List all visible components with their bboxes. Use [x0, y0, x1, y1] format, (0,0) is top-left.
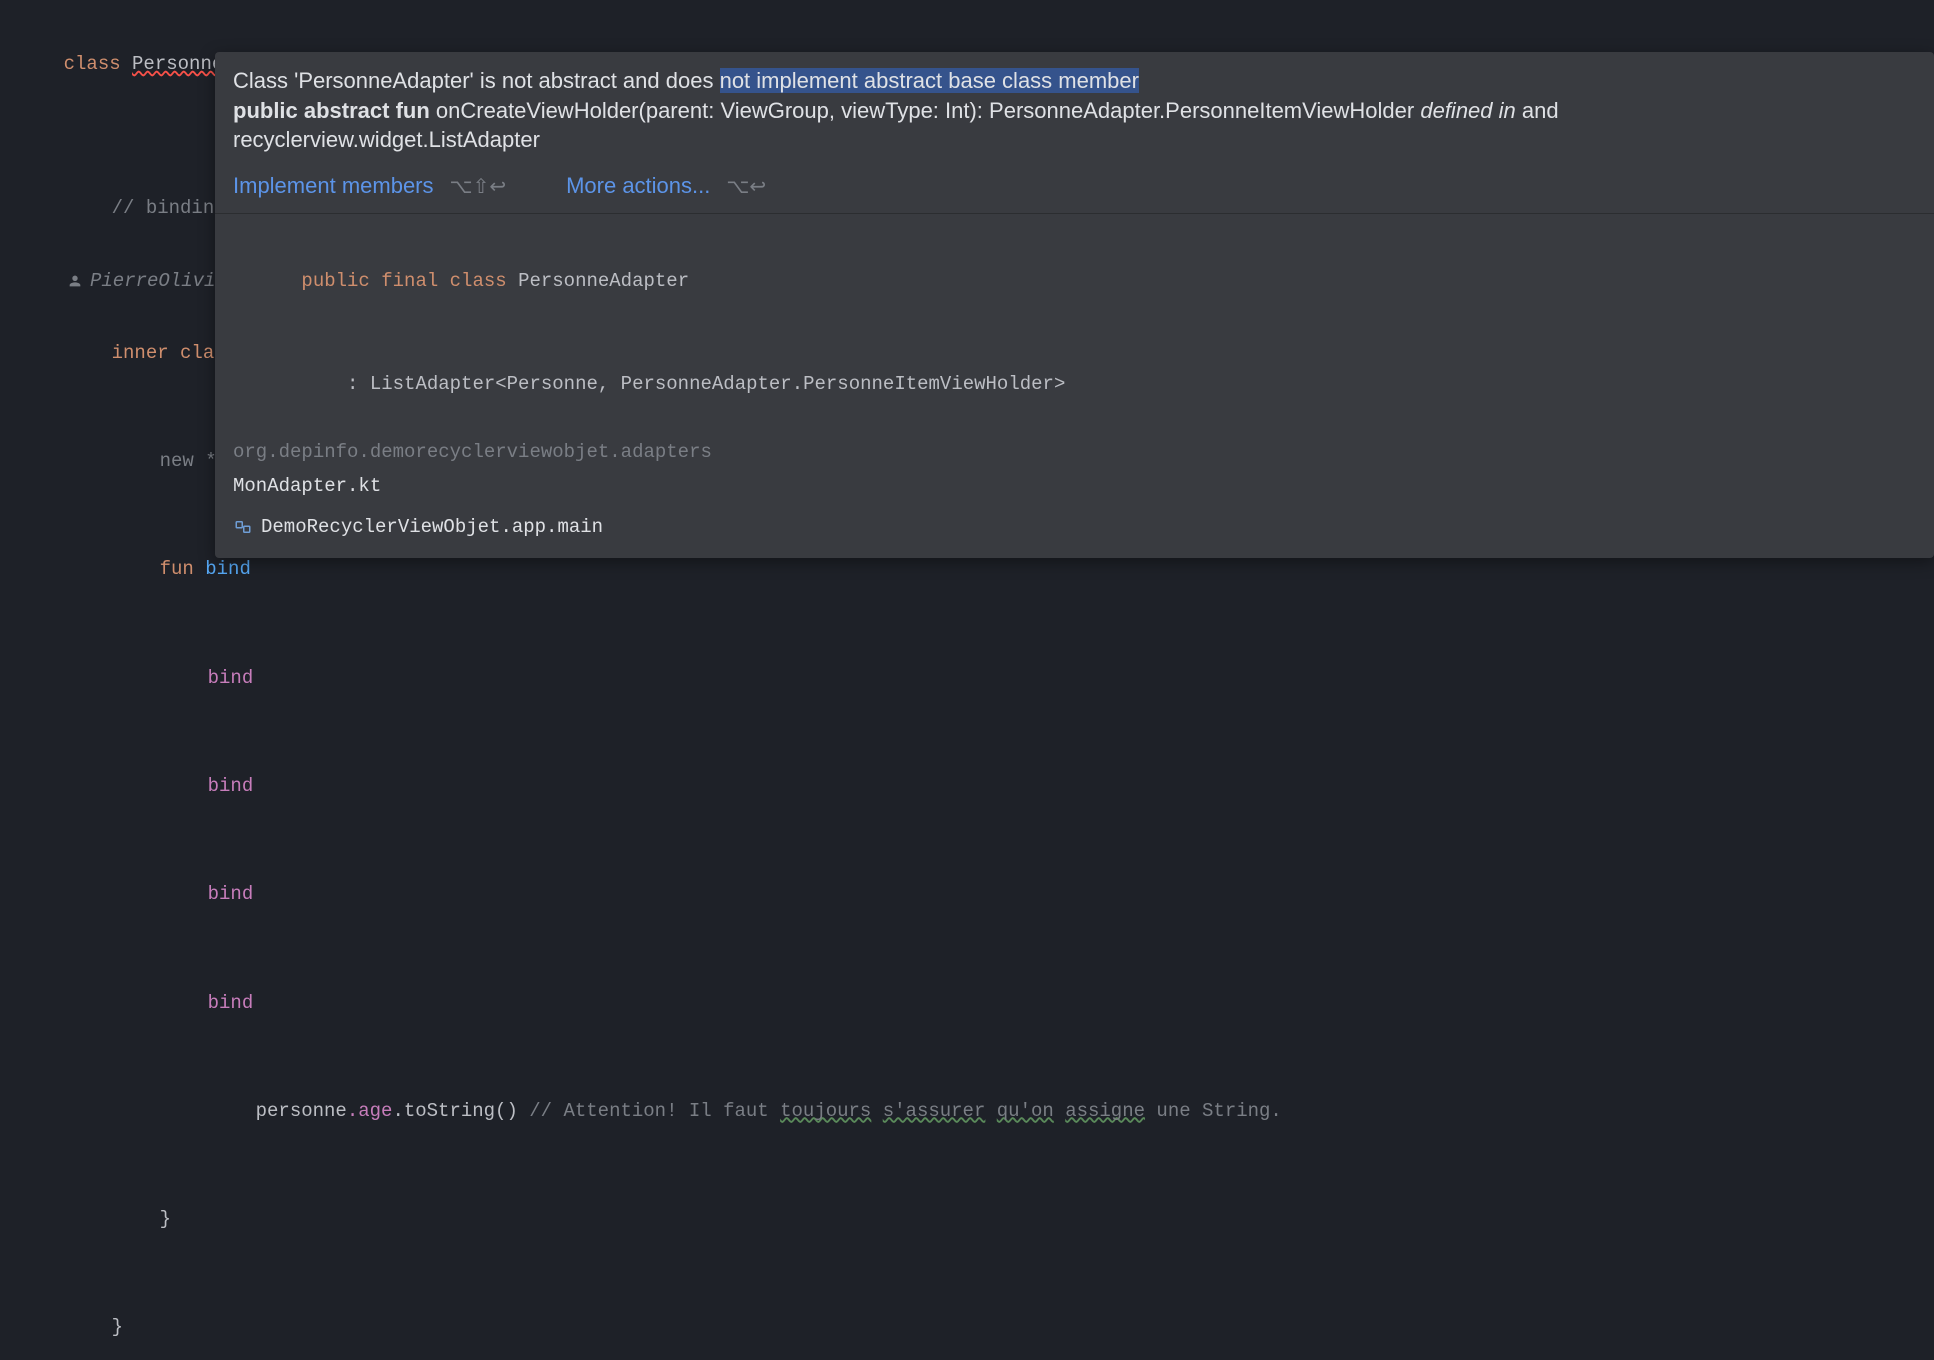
property-bind: bind — [208, 775, 254, 797]
keyword-class: class — [64, 53, 121, 75]
implement-members-link[interactable]: Implement members — [233, 173, 434, 199]
hint-new: new * — [160, 450, 217, 472]
file-name[interactable]: MonAdapter.kt — [233, 469, 1916, 503]
comment-attention-prefix: // Attention! Il faut — [518, 1100, 780, 1122]
code-line-bind4: bind — [0, 948, 1934, 1056]
shortcut-more: ⌥↩ — [726, 174, 766, 199]
class-declaration-super: : ListAdapter<Personne, PersonneAdapter.… — [233, 333, 1916, 436]
more-actions-link[interactable]: More actions... — [566, 173, 710, 199]
module-icon — [233, 517, 253, 537]
comment-suffix: une String. — [1145, 1100, 1282, 1122]
prop-age: .age — [347, 1100, 393, 1122]
person-icon — [66, 272, 84, 290]
property-bind: bind — [208, 992, 254, 1014]
decl-name: PersonneAdapter — [518, 270, 689, 292]
error-sig-modifiers: public abstract fun — [233, 98, 430, 123]
shortcut-implement: ⌥⇧↩ — [450, 174, 507, 199]
decl-super: : ListAdapter<Personne, PersonneAdapter.… — [301, 373, 1065, 395]
package-path: org.depinfo.demorecyclerviewobjet.adapte… — [233, 435, 1916, 469]
typo-sassurer: s'assurer — [883, 1100, 986, 1122]
error-text-highlight: not implement abstract base class member — [720, 68, 1139, 93]
keyword-fun: fun — [160, 558, 194, 580]
class-declaration: public final class PersonneAdapter — [233, 230, 1916, 333]
close-brace: } — [160, 1208, 171, 1230]
typo-assigne: assigne — [1065, 1100, 1145, 1122]
code-line-close2: } — [0, 1273, 1934, 1360]
error-text-prefix: Class 'PersonneAdapter' is not abstract … — [233, 68, 720, 93]
close-brace: } — [112, 1316, 123, 1338]
keyword-inner: inner — [112, 342, 169, 364]
code-line-bind1: bind — [0, 624, 1934, 732]
decl-modifiers: public final class — [301, 270, 518, 292]
code-line-personne: personne.age.toString() // Attention! Il… — [0, 1057, 1934, 1165]
typo-quon: qu'on — [997, 1100, 1054, 1122]
error-defined-in: defined in — [1420, 98, 1515, 123]
typo-toujours: toujours — [780, 1100, 871, 1122]
error-line3: recyclerview.widget.ListAdapter — [233, 127, 540, 152]
method-tostring: .toString() — [392, 1100, 517, 1122]
module-name: DemoRecyclerViewObjet.app.main — [261, 510, 603, 544]
function-bind: bind — [205, 558, 251, 580]
code-line-bind2: bind — [0, 732, 1934, 840]
property-bind: bind — [208, 883, 254, 905]
code-line-close1: } — [0, 1165, 1934, 1273]
code-line-bind3: bind — [0, 840, 1934, 948]
tooltip-actions-row: Implement members ⌥⇧↩ More actions... ⌥↩ — [215, 163, 1934, 214]
tooltip-error-message: Class 'PersonneAdapter' is not abstract … — [215, 52, 1934, 163]
error-tooltip: Class 'PersonneAdapter' is not abstract … — [215, 52, 1934, 558]
module-line[interactable]: DemoRecyclerViewObjet.app.main — [233, 504, 1916, 544]
error-sig-rest: onCreateViewHolder(parent: ViewGroup, vi… — [430, 98, 1421, 123]
error-trail: and — [1516, 98, 1559, 123]
property-bind: bind — [208, 667, 254, 689]
var-personne: personne — [256, 1100, 347, 1122]
tooltip-body: public final class PersonneAdapter : Lis… — [215, 214, 1934, 558]
